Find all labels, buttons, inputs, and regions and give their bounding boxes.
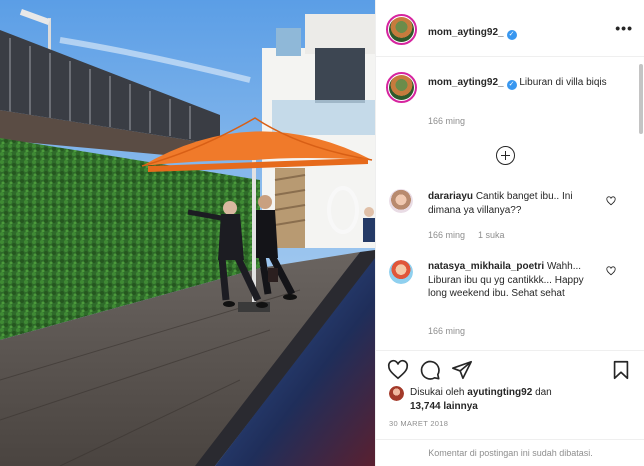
- comment-username[interactable]: darariayu: [428, 191, 473, 202]
- caption-body: Liburan di villa biqis: [519, 77, 607, 88]
- verified-icon: ✓: [506, 30, 517, 40]
- likes-connector: dan: [535, 387, 552, 398]
- likes-prefix: Disukai oleh: [410, 387, 465, 398]
- likes-first-user[interactable]: ayutingting92: [467, 387, 532, 398]
- comment-heart-icon[interactable]: [606, 266, 616, 276]
- comments-scrollbar[interactable]: [639, 64, 643, 134]
- author-name-row: mom_ayting92_ ✓: [428, 22, 517, 40]
- caption-time: 166 ming: [428, 116, 466, 126]
- likes-summary: Disukai oleh ayutingting92 dan 13,744 la…: [410, 386, 610, 413]
- comments-limited-notice: Komentar di postingan ini sudah dibatasi…: [428, 448, 593, 458]
- comment-heart-icon[interactable]: [606, 196, 616, 206]
- post-header: mom_ayting92_ ✓ •••: [376, 0, 644, 57]
- comment-time: 166 ming: [428, 230, 466, 240]
- comment-username[interactable]: natasya_mikhaila_poetri: [428, 261, 544, 272]
- verified-icon: ✓: [506, 80, 517, 90]
- villa-photo-illustration: [0, 0, 375, 466]
- commenter-avatar[interactable]: [389, 189, 413, 213]
- post-photo[interactable]: [0, 0, 375, 466]
- liker-avatar[interactable]: [389, 386, 404, 401]
- comment-time: 166 ming: [428, 326, 466, 336]
- author-avatar[interactable]: [386, 14, 417, 45]
- caption-text: mom_ayting92_ ✓ Liburan di villa biqis: [428, 76, 608, 90]
- add-circle-icon[interactable]: [496, 146, 515, 165]
- comment-bar: Komentar di postingan ini sudah dibatasi…: [376, 439, 644, 466]
- comment-text: natasya_mikhaila_poetri Wahh... Liburan …: [428, 260, 604, 301]
- post-actions: Disukai oleh ayutingting92 dan 13,744 la…: [376, 350, 644, 466]
- comment-text: darariayu Cantik banget ibu.. Ini dimana…: [428, 190, 608, 217]
- caption-avatar[interactable]: [386, 72, 417, 103]
- author-username[interactable]: mom_ayting92_: [428, 27, 504, 38]
- likes-others[interactable]: 13,744 lainnya: [410, 401, 478, 412]
- post-date[interactable]: 30 MARET 2018: [389, 419, 448, 428]
- bookmark-icon[interactable]: [610, 359, 632, 381]
- heart-icon[interactable]: [387, 359, 409, 381]
- comments-list: mom_ayting92_ ✓ Liburan di villa biqis 16…: [376, 58, 639, 350]
- post-side-panel: mom_ayting92_ ✓ ••• mom_ayting92_ ✓ Libura…: [375, 0, 644, 466]
- share-icon[interactable]: [451, 359, 473, 381]
- comment-icon[interactable]: [419, 359, 441, 381]
- comment-likes[interactable]: 1 suka: [478, 230, 505, 240]
- caption-username[interactable]: mom_ayting92_: [428, 77, 504, 88]
- commenter-avatar[interactable]: [389, 260, 413, 284]
- more-icon[interactable]: •••: [615, 20, 633, 36]
